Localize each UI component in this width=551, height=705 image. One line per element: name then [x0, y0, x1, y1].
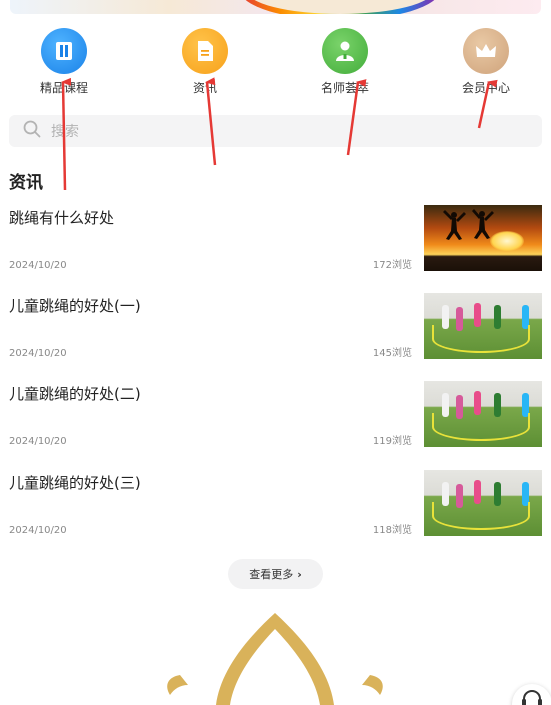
lotus-logo [167, 613, 383, 705]
nav-label: 精品课程 [39, 81, 88, 95]
child-figure [474, 303, 481, 327]
jumping-figures-graphic [443, 209, 494, 240]
rainbow-decoration [240, 0, 440, 14]
article-date: 2024/10/20 [9, 525, 67, 536]
article-date: 2024/10/20 [9, 436, 67, 447]
jump-rope-graphic [432, 325, 530, 353]
article-thumbnail [424, 293, 542, 359]
view-more-button[interactable]: 查看更多 › [228, 559, 323, 589]
article-date: 2024/10/20 [9, 260, 67, 271]
article-date: 2024/10/20 [9, 348, 67, 359]
article-views: 172浏览 [372, 260, 412, 271]
article-item[interactable]: 儿童跳绳的好处(二) 2024/10/20 119浏览 [9, 381, 542, 447]
section-title: 资讯 [9, 173, 43, 193]
child-figure [474, 480, 481, 504]
teacher-icon [322, 28, 368, 74]
crown-icon [463, 28, 509, 74]
article-item[interactable]: 跳绳有什么好处 2024/10/20 172浏览 [9, 205, 542, 271]
banner-image[interactable] [10, 0, 541, 14]
article-title: 跳绳有什么好处 [9, 209, 115, 227]
child-figure [474, 391, 481, 415]
nav-label: 资讯 [192, 81, 217, 95]
jump-rope-graphic [432, 502, 530, 530]
article-views: 119浏览 [372, 436, 412, 447]
nav-item-membership[interactable]: 会员中心 [441, 28, 531, 96]
quick-nav: 精品课程 资讯 名师荟萃 会员中心 [0, 28, 551, 98]
chevron-right-icon: › [297, 567, 302, 581]
jump-rope-graphic [432, 413, 530, 441]
article-item[interactable]: 儿童跳绳的好处(一) 2024/10/20 145浏览 [9, 293, 542, 359]
article-views: 118浏览 [372, 525, 412, 536]
article-title: 儿童跳绳的好处(三) [9, 474, 141, 492]
nav-item-news[interactable]: 资讯 [160, 28, 250, 96]
book-icon [41, 28, 87, 74]
article-thumbnail [424, 205, 542, 271]
search-placeholder: 搜索 [51, 124, 79, 140]
article-title: 儿童跳绳的好处(一) [9, 297, 141, 315]
view-more-label: 查看更多 [249, 568, 294, 581]
document-icon [182, 28, 228, 74]
customer-service-button[interactable] [512, 684, 551, 705]
nav-label: 会员中心 [461, 81, 510, 95]
nav-label: 名师荟萃 [320, 81, 369, 95]
nav-item-teachers[interactable]: 名师荟萃 [300, 28, 390, 96]
search-icon [23, 120, 41, 142]
article-views: 145浏览 [372, 348, 412, 359]
article-thumbnail [424, 470, 542, 536]
article-item[interactable]: 儿童跳绳的好处(三) 2024/10/20 118浏览 [9, 470, 542, 536]
nav-item-courses[interactable]: 精品课程 [19, 28, 109, 96]
article-thumbnail [424, 381, 542, 447]
search-input[interactable]: 搜索 [9, 115, 542, 147]
headset-icon [521, 689, 543, 705]
article-title: 儿童跳绳的好处(二) [9, 385, 141, 403]
